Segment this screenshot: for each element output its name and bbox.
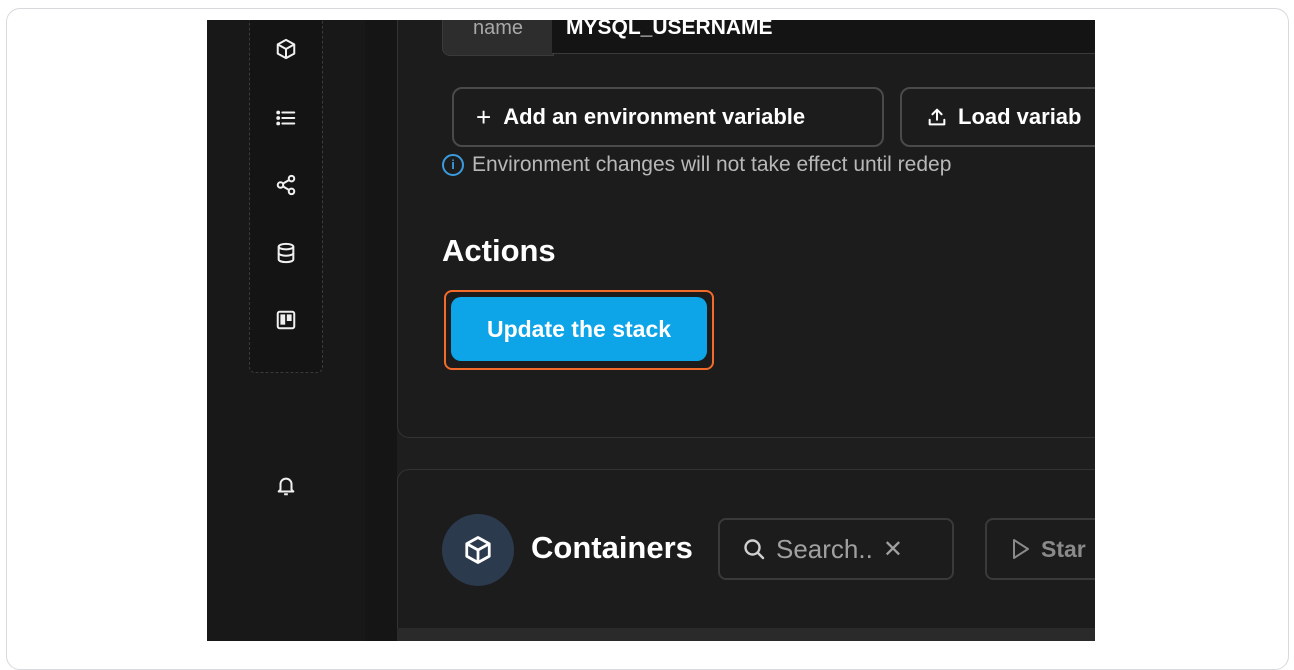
app-viewport: name MYSQL_USERNAME + Add an environment… <box>207 20 1095 641</box>
cube-icon[interactable] <box>275 38 297 60</box>
containers-cube-icon <box>442 514 514 586</box>
environment-card <box>397 20 1095 438</box>
load-variables-label: Load variab <box>958 104 1082 129</box>
info-icon: i <box>442 154 464 176</box>
sidebar <box>207 20 365 641</box>
play-icon <box>1011 538 1031 560</box>
list-icon[interactable] <box>275 107 297 129</box>
add-env-variable-button[interactable]: + Add an environment variable <box>452 87 884 147</box>
update-stack-button[interactable]: Update the stack <box>451 297 707 361</box>
actions-heading: Actions <box>442 233 556 268</box>
share-icon[interactable] <box>275 174 297 196</box>
containers-heading: Containers <box>531 530 693 565</box>
clear-search-icon[interactable]: ✕ <box>883 535 903 564</box>
upload-icon <box>926 106 948 128</box>
env-change-notice: i Environment changes will not take effec… <box>442 153 951 177</box>
containers-search-input[interactable]: Search.. ✕ <box>718 518 954 580</box>
start-label: Star <box>1041 535 1086 562</box>
sidebar-gutter <box>365 20 397 641</box>
plus-icon: + <box>476 101 492 132</box>
table-header-strip <box>397 628 1095 641</box>
start-button[interactable]: Star <box>985 518 1095 580</box>
env-variable-row: name MYSQL_USERNAME <box>442 20 1095 56</box>
search-placeholder: Search.. <box>776 533 873 564</box>
search-icon <box>742 537 766 561</box>
env-value-field[interactable]: MYSQL_USERNAME <box>552 20 1095 54</box>
env-key-label: name <box>442 20 554 56</box>
add-env-variable-label: Add an environment variable <box>503 104 806 129</box>
bell-icon[interactable] <box>275 475 297 497</box>
board-icon[interactable] <box>275 309 297 331</box>
database-icon[interactable] <box>275 242 297 264</box>
notice-text: Environment changes will not take effect… <box>472 153 952 176</box>
load-variables-button[interactable]: Load variab <box>900 87 1095 147</box>
